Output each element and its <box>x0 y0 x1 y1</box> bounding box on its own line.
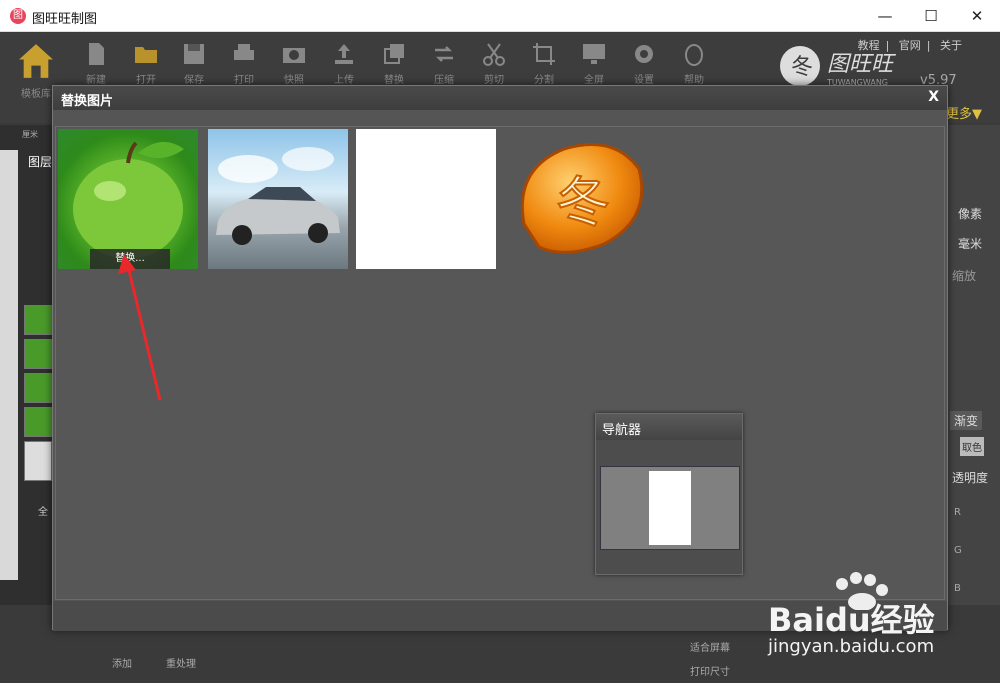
replace-icon <box>384 44 404 64</box>
penguin-icon <box>685 44 703 66</box>
app-icon: 图 <box>10 8 26 24</box>
layer-thumb[interactable] <box>24 305 52 335</box>
add-button[interactable]: 添加 <box>112 655 132 670</box>
g-label: G <box>954 545 962 556</box>
print-size-button[interactable]: 打印尺寸 <box>690 663 730 678</box>
layer-thumbnails <box>24 305 52 485</box>
navigator-header: 导航器 <box>596 414 742 440</box>
watermark-main: Baidu经验 <box>768 601 935 639</box>
fit-screen-button[interactable]: 适合屏幕 <box>690 639 730 654</box>
monitor-icon <box>583 44 605 64</box>
brand-logo: 冬 图旺旺 TUWANGWANG <box>780 46 897 87</box>
logo-image: 冬 <box>520 143 644 254</box>
toolbar-cut[interactable]: 剪切 <box>470 41 518 86</box>
window-title: 图旺旺制图 <box>32 12 98 27</box>
dialog-close-button[interactable]: X <box>928 89 939 105</box>
layer-all-label: 全 <box>38 507 48 518</box>
app-window: 图 图旺旺制图 — ☐ ✕ 模板库 新建 打开 保存 打印 快照 上传 替换 压… <box>0 0 1000 683</box>
close-button[interactable]: ✕ <box>954 0 1000 32</box>
image-grid: 替换... 冬 <box>55 126 945 600</box>
vertical-ruler <box>0 150 18 580</box>
svg-text:图旺旺: 图旺旺 <box>827 52 897 77</box>
baidu-watermark: Baidu经验 jingyan.baidu.com <box>768 570 998 665</box>
toolbar-help[interactable]: 帮助 <box>670 41 718 86</box>
printer-icon <box>234 44 254 60</box>
toolbar-snapshot[interactable]: 快照 <box>270 41 318 86</box>
toolbar-compress[interactable]: 压缩 <box>420 41 468 86</box>
crop-icon <box>533 43 555 65</box>
new-file-icon <box>89 43 104 65</box>
svg-text:冬: 冬 <box>791 55 813 80</box>
navigator-page-preview <box>649 471 691 545</box>
zoom-label[interactable]: 缩放 <box>952 267 976 284</box>
toolbar-replace[interactable]: 替换 <box>370 41 418 86</box>
dialog-header: 替换图片 X <box>53 86 947 110</box>
image-tile-blank[interactable] <box>356 129 496 269</box>
toolbar-split[interactable]: 分割 <box>520 41 568 86</box>
gradient-tab[interactable]: 渐变 <box>950 411 983 430</box>
layer-thumb[interactable] <box>24 373 52 403</box>
toolbar-new[interactable]: 新建 <box>72 41 120 86</box>
home-icon <box>19 44 53 78</box>
layer-thumb[interactable] <box>24 407 52 437</box>
reprocess-button[interactable]: 重处理 <box>166 655 196 670</box>
unit-mm[interactable]: 毫米 <box>958 235 982 252</box>
save-icon <box>184 44 204 64</box>
toolbar-fullscreen[interactable]: 全屏 <box>570 41 618 86</box>
color-picker-button[interactable]: 取色 <box>960 437 984 456</box>
annotation-arrow <box>118 254 162 401</box>
title-bar: 图 图旺旺制图 — ☐ ✕ <box>0 0 1000 32</box>
unit-pixel[interactable]: 像素 <box>958 205 982 222</box>
layer-thumb[interactable] <box>24 339 52 369</box>
watermark-url: jingyan.baidu.com <box>768 636 935 657</box>
gear-icon <box>635 45 653 63</box>
image-tile-logo[interactable]: 冬 <box>504 129 644 269</box>
link-about[interactable]: 关于 <box>940 39 962 52</box>
maximize-button[interactable]: ☐ <box>908 0 954 32</box>
layer-label: 图层 <box>28 155 53 169</box>
svg-text:冬: 冬 <box>556 171 610 234</box>
dialog-title: 替换图片 <box>61 94 114 109</box>
apple-image <box>73 141 184 259</box>
compress-icon <box>435 46 453 62</box>
navigator-panel: 导航器 <box>595 413 743 575</box>
toolbar-settings[interactable]: 设置 <box>620 41 668 86</box>
car-image <box>216 147 340 245</box>
r-label: R <box>954 507 961 518</box>
toolbar-print[interactable]: 打印 <box>220 41 268 86</box>
toolbar-upload[interactable]: 上传 <box>320 41 368 86</box>
image-tile-car[interactable] <box>208 129 348 269</box>
camera-icon <box>283 48 305 63</box>
image-tile-apple[interactable]: 替换... <box>58 129 198 269</box>
toolbar-open[interactable]: 打开 <box>122 41 170 86</box>
opacity-label: 透明度 <box>952 471 989 485</box>
more-button[interactable]: 更多▼ <box>946 103 982 122</box>
navigator-viewport[interactable] <box>600 466 740 550</box>
navigator-title: 导航器 <box>602 423 642 438</box>
layer-thumb[interactable] <box>24 441 52 481</box>
scissors-icon <box>483 43 505 66</box>
folder-icon <box>135 47 157 63</box>
template-library-label: 模板库 <box>21 89 51 100</box>
replace-image-dialog: 替换图片 X 替换... 冬 <box>52 85 948 631</box>
toolbar-save[interactable]: 保存 <box>170 41 218 86</box>
minimize-button[interactable]: — <box>862 0 908 32</box>
upload-icon <box>335 44 353 64</box>
unit-label: 厘米 <box>22 130 38 139</box>
